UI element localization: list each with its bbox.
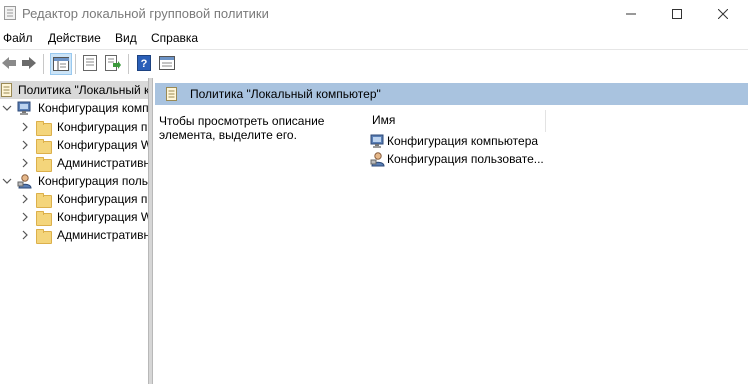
user-icon xyxy=(17,173,33,189)
list-item-computer-config[interactable]: Конфигурация компьютера xyxy=(370,132,570,150)
minimize-button[interactable] xyxy=(608,0,654,27)
maximize-icon xyxy=(672,8,682,19)
list-item-label: Конфигурация пользовате... xyxy=(387,152,544,166)
tree-item-label: Конфигурация Windows xyxy=(57,138,148,152)
help-icon: ? xyxy=(137,55,151,71)
menu-help[interactable]: Справка xyxy=(151,31,198,45)
tree-item-root[interactable]: Политика "Локальный компьютер" xyxy=(0,81,148,99)
folder-icon xyxy=(36,229,52,244)
title-bar: Редактор локальной групповой политики xyxy=(0,0,748,27)
toolbar: ? xyxy=(0,49,748,79)
folder-icon xyxy=(36,211,52,226)
chevron-right-icon[interactable] xyxy=(20,122,30,132)
description-text: Чтобы просмотреть описание элемента, выд… xyxy=(159,114,325,142)
tree-item-label: Административные шаблоны xyxy=(57,228,148,242)
tree-item-user-software-settings[interactable]: Конфигурация программ xyxy=(0,190,148,208)
show-hide-console-tree-button[interactable] xyxy=(50,53,72,75)
tree-item-computer-config[interactable]: Конфигурация компьютера xyxy=(0,99,148,117)
policy-editor-icon xyxy=(4,6,16,20)
back-button[interactable] xyxy=(0,54,18,72)
view-pane-icon xyxy=(159,56,175,70)
menu-bar: Файл Действие Вид Справка xyxy=(0,27,748,49)
folder-icon xyxy=(36,193,52,208)
policy-document-icon xyxy=(165,86,179,105)
maximize-button[interactable] xyxy=(654,0,700,27)
tree-item-label: Конфигурация программ xyxy=(57,120,148,134)
menu-action[interactable]: Действие xyxy=(48,31,101,45)
column-header-name[interactable]: Имя xyxy=(370,110,546,132)
user-icon xyxy=(370,151,386,167)
close-button[interactable] xyxy=(700,0,746,27)
list-item-label: Конфигурация компьютера xyxy=(387,134,539,148)
export-list-button[interactable] xyxy=(104,54,122,72)
tree-item-user-admin-templates[interactable]: Административные шаблоны xyxy=(0,226,148,244)
details-header-title: Политика "Локальный компьютер" xyxy=(190,87,381,101)
help-button[interactable]: ? xyxy=(135,54,153,72)
tree-item-label: Политика "Локальный компьютер" xyxy=(18,83,148,97)
chevron-right-icon[interactable] xyxy=(20,194,30,204)
folder-icon xyxy=(36,157,52,172)
list-item-user-config[interactable]: Конфигурация пользовате... xyxy=(370,150,570,168)
tree-item-label: Конфигурация программ xyxy=(57,192,148,206)
svg-text:?: ? xyxy=(141,58,148,70)
window-title: Редактор локальной групповой политики xyxy=(22,6,269,21)
arrow-right-icon xyxy=(22,57,36,69)
policy-document-icon xyxy=(0,82,16,98)
toolbar-separator xyxy=(43,54,44,74)
column-header-label: Имя xyxy=(372,113,396,127)
toolbar-separator xyxy=(128,54,129,74)
properties-button[interactable] xyxy=(81,54,99,72)
close-icon xyxy=(718,8,728,19)
details-header: Политика "Локальный компьютер" xyxy=(155,83,748,105)
export-list-icon xyxy=(105,55,121,71)
chevron-right-icon[interactable] xyxy=(20,158,30,168)
tree-item-label: Конфигурация пользователя xyxy=(38,174,148,188)
tree-item-user-windows-settings[interactable]: Конфигурация Windows xyxy=(0,208,148,226)
chevron-right-icon[interactable] xyxy=(20,230,30,240)
tree-item-label: Конфигурация компьютера xyxy=(38,101,148,115)
console-tree-icon xyxy=(53,57,69,71)
details-pane: Политика "Локальный компьютер" Чтобы про… xyxy=(153,78,748,384)
chevron-down-icon[interactable] xyxy=(2,176,12,186)
tree-item-label: Административные шаблоны xyxy=(57,156,148,170)
minimize-icon xyxy=(626,13,636,14)
tree-item-computer-admin-templates[interactable]: Административные шаблоны xyxy=(0,154,148,172)
computer-icon xyxy=(17,100,33,116)
chevron-right-icon[interactable] xyxy=(20,212,30,222)
tree-item-label: Конфигурация Windows xyxy=(57,210,148,224)
properties-icon xyxy=(83,55,97,71)
filter-view-button[interactable] xyxy=(158,54,176,72)
main-content: Политика "Локальный компьютер" Конфигура… xyxy=(0,78,748,384)
tree-item-user-config[interactable]: Конфигурация пользователя xyxy=(0,172,148,190)
folder-icon xyxy=(36,121,52,136)
menu-file[interactable]: Файл xyxy=(3,31,33,45)
forward-button[interactable] xyxy=(20,54,38,72)
console-tree: Политика "Локальный компьютер" Конфигура… xyxy=(0,78,148,384)
tree-item-computer-software-settings[interactable]: Конфигурация программ xyxy=(0,118,148,136)
menu-view[interactable]: Вид xyxy=(115,31,137,45)
chevron-down-icon[interactable] xyxy=(2,103,12,113)
arrow-left-icon xyxy=(2,57,16,69)
tree-item-computer-windows-settings[interactable]: Конфигурация Windows xyxy=(0,136,148,154)
computer-icon xyxy=(370,133,386,149)
toolbar-separator xyxy=(75,54,76,74)
chevron-right-icon[interactable] xyxy=(20,140,30,150)
folder-icon xyxy=(36,139,52,154)
